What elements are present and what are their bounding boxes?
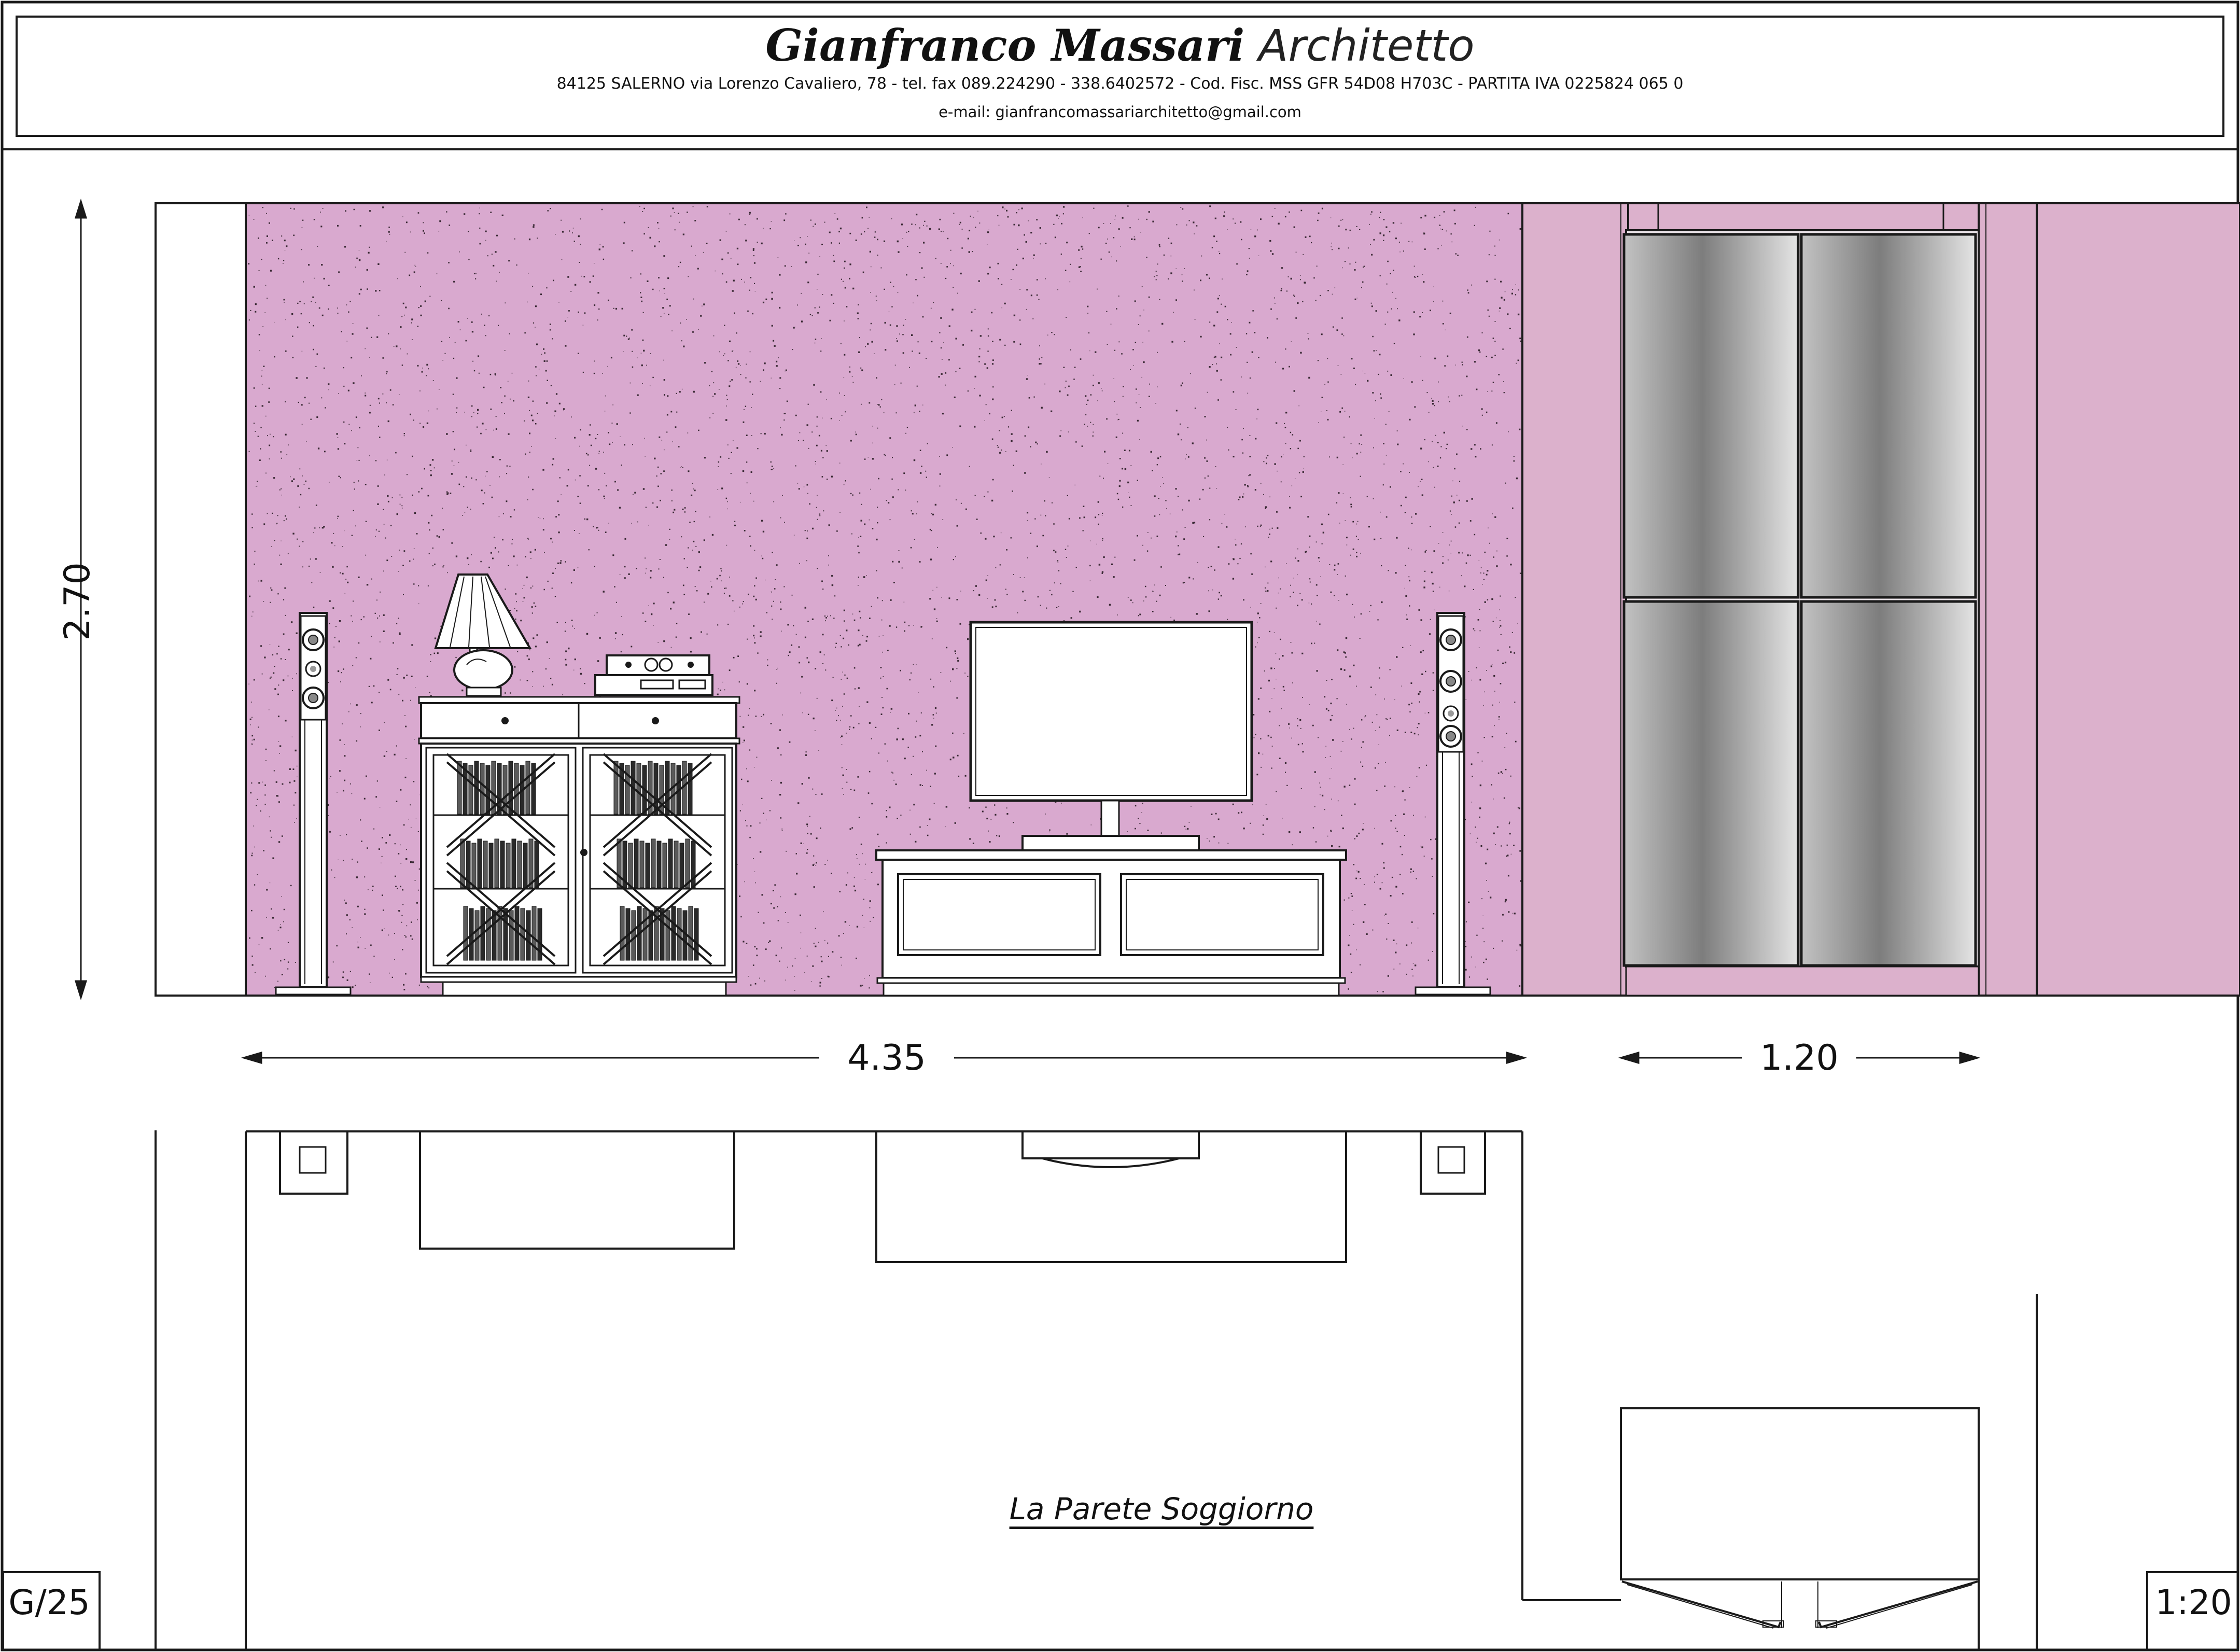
firm-title: Architetto	[1258, 20, 1475, 71]
wardrobe-glass-panel	[1800, 233, 1977, 599]
wardrobe-glass-panel	[1622, 233, 1800, 599]
wall-width-dimension: 4.35	[819, 1035, 954, 1082]
sheet-number: G/25	[8, 1583, 90, 1622]
firm-name-heading: Gianfranco Massari Architetto	[0, 15, 2240, 77]
drawing-title: La Parete Soggiorno	[1009, 1491, 1314, 1527]
firm-name: Gianfranco Massari	[765, 20, 1245, 71]
wall-right	[2036, 202, 2240, 997]
elevation-drawing	[1, 1, 2240, 1651]
address-line: 84125 SALERNO via Lorenzo Cavaliero, 78 …	[556, 75, 1684, 93]
wall-height-dimension: 2.70	[57, 562, 98, 641]
wardrobe-glass-panel	[1800, 600, 1977, 967]
wall-jamb-left	[155, 202, 247, 997]
wardrobe	[1622, 202, 1980, 997]
drawing-sheet: Gianfranco Massari Architetto 84125 SALE…	[0, 0, 2240, 1652]
stereo-unit	[594, 654, 713, 696]
email-line: e-mail: gianfrancomassariarchitetto@gmai…	[939, 103, 1301, 121]
tv-stand	[875, 849, 1347, 997]
plan-view	[155, 1130, 2038, 1650]
wardrobe-glass-panel	[1622, 600, 1800, 967]
wardrobe-width-dimension: 1.20	[1742, 1035, 1856, 1082]
drawing-scale: 1:20	[2155, 1583, 2232, 1622]
glass-cabinet	[418, 696, 740, 997]
